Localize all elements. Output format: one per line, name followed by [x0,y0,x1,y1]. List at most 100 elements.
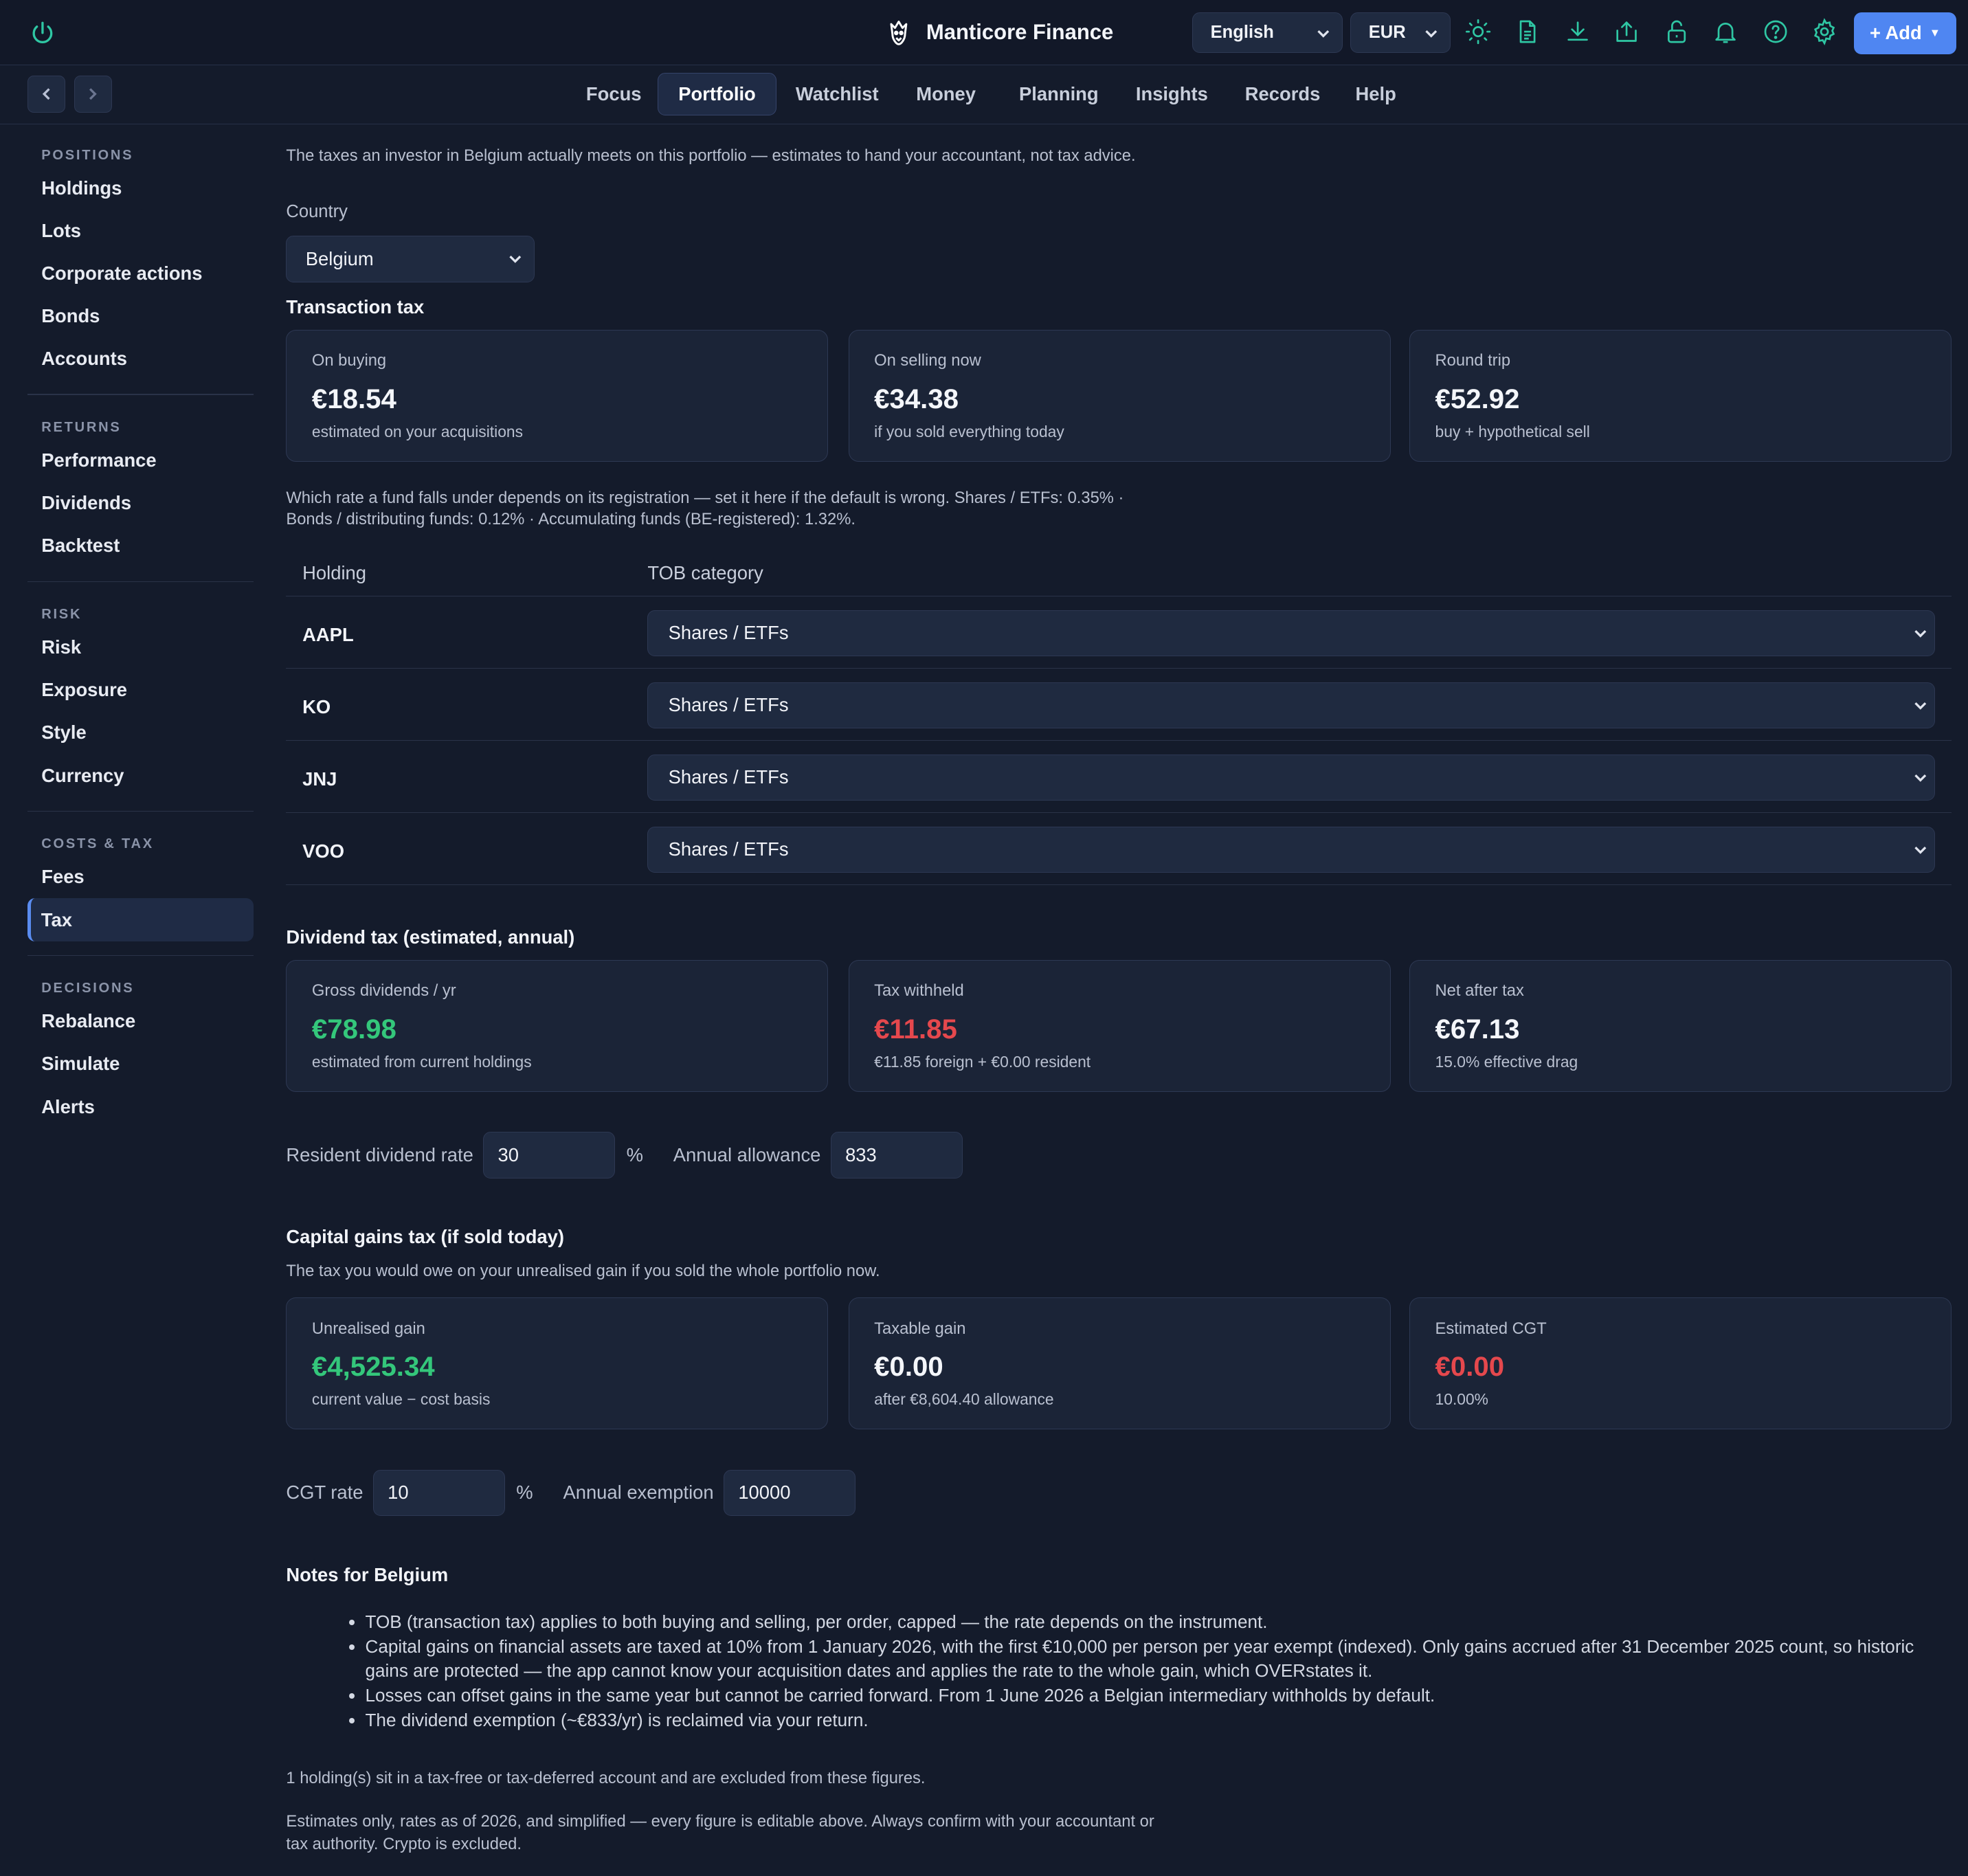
tob-category-table: Holding TOB category AAPL Shares / ETFs … [286,555,1952,885]
download-icon[interactable] [1564,18,1591,45]
card-value: €0.00 [1435,1351,1505,1383]
sidebar-item-style[interactable]: Style [27,711,254,754]
disclaimer-line1: Estimates only, rates as of 2026, and si… [286,1813,1154,1831]
transaction-tax-title: Transaction tax [286,296,425,318]
cgt-rate-field: CGT rate % Annual exemption [286,1469,856,1517]
brand[interactable]: Manticore Finance [884,15,1113,50]
card-value: €67.13 [1435,1013,1520,1045]
tob-round-trip-card: Round trip €52.92 buy + hypothetical sel… [1409,330,1952,462]
chevron-down-icon [1422,25,1440,43]
sidebar-item-bonds[interactable]: Bonds [27,295,254,337]
upload-icon[interactable] [1613,18,1640,45]
sidebar-item-rebalance[interactable]: Rebalance [27,1000,254,1042]
main-tabs: Focus Portfolio Watchlist Money Planning… [0,72,1968,116]
cgt-title: Capital gains tax (if sold today) [286,1226,565,1248]
holding-symbol: VOO [302,840,344,862]
power-icon[interactable] [27,18,58,48]
card-value: €52.92 [1435,383,1520,415]
tob-category-value: Shares / ETFs [668,766,789,788]
sidebar-item-fees[interactable]: Fees [27,856,254,898]
card-subtext: estimated from current holdings [311,1052,532,1071]
sidebar-item-tax[interactable]: Tax [27,898,254,941]
sidebar: POSITIONS Holdings Lots Corporate action… [27,124,254,1128]
tab-focus[interactable]: Focus [566,73,662,115]
list-item: Capital gains on financial assets are ta… [365,1635,1946,1684]
sidebar-item-performance[interactable]: Performance [27,439,254,482]
gear-icon[interactable] [1811,17,1838,45]
tob-category-select[interactable]: Shares / ETFs [647,610,1936,657]
card-label: Taxable gain [874,1319,966,1338]
help-icon[interactable] [1762,18,1789,45]
sidebar-item-exposure[interactable]: Exposure [27,669,254,711]
table-row: AAPL Shares / ETFs [286,596,1952,669]
notes-title: Notes for Belgium [286,1563,449,1585]
document-icon[interactable] [1514,18,1541,45]
card-value: €0.00 [874,1351,943,1383]
cgt-subtitle: The tax you would owe on your unrealised… [286,1262,880,1280]
tob-category-select[interactable]: Shares / ETFs [647,826,1936,873]
add-button[interactable]: + Add ▼ [1853,12,1957,54]
sidebar-item-corporate-actions[interactable]: Corporate actions [27,252,254,295]
card-subtext: €11.85 foreign + €0.00 resident [874,1052,1091,1071]
sidebar-group-returns: RETURNS [41,419,122,435]
tob-category-select[interactable]: Shares / ETFs [647,682,1936,729]
sidebar-divider [27,581,254,583]
chevron-down-icon [1912,769,1930,787]
sidebar-item-accounts[interactable]: Accounts [27,337,254,380]
tab-money[interactable]: Money [896,73,996,115]
annual-exemption-input[interactable] [724,1469,856,1517]
table-row: KO Shares / ETFs [286,669,1952,741]
tab-planning[interactable]: Planning [999,73,1119,115]
tab-watchlist[interactable]: Watchlist [776,73,899,115]
dividend-rate-input[interactable] [483,1132,616,1179]
card-label: Estimated CGT [1435,1319,1547,1338]
table-row: VOO Shares / ETFs [286,813,1952,885]
percent-unit: % [626,1144,643,1166]
add-button-label: + Add [1869,22,1922,44]
sidebar-item-lots[interactable]: Lots [27,210,254,252]
sidebar-item-currency[interactable]: Currency [27,754,254,796]
top-bar: Manticore Finance English EUR + Add ▼ [0,0,1968,65]
card-value: €18.54 [311,383,396,415]
col-tob-category: TOB category [647,562,763,584]
language-value: English [1210,22,1274,42]
card-subtext: 10.00% [1435,1389,1488,1408]
tob-category-value: Shares / ETFs [668,694,789,716]
sidebar-item-holdings[interactable]: Holdings [27,167,254,210]
card-label: Round trip [1435,352,1511,370]
sidebar-item-dividends[interactable]: Dividends [27,482,254,524]
tab-insights[interactable]: Insights [1116,73,1228,115]
tob-rate-note-line1: Which rate a fund falls under depends on… [286,489,1124,507]
dividend-rate-field: Resident dividend rate % Annual allowanc… [286,1132,963,1179]
annual-allowance-label: Annual allowance [673,1144,821,1166]
sidebar-item-simulate[interactable]: Simulate [27,1042,254,1085]
currency-select[interactable]: EUR [1350,12,1451,53]
language-select[interactable]: English [1192,12,1343,53]
sidebar-item-risk[interactable]: Risk [27,626,254,669]
country-select[interactable]: Belgium [286,236,535,282]
currency-value: EUR [1368,22,1406,42]
sidebar-item-alerts[interactable]: Alerts [27,1086,254,1128]
holding-symbol: JNJ [302,768,337,790]
tob-category-value: Shares / ETFs [668,838,789,860]
tab-records[interactable]: Records [1225,73,1341,115]
card-label: Gross dividends / yr [311,982,456,1001]
card-value: €78.98 [311,1013,396,1045]
list-item: Losses can offset gains in the same year… [365,1684,1946,1708]
annual-allowance-input[interactable] [831,1132,963,1179]
sun-icon[interactable] [1464,18,1492,45]
tab-help[interactable]: Help [1335,73,1416,115]
unlock-icon[interactable] [1663,18,1690,45]
list-item: TOB (transaction tax) applies to both bu… [365,1610,1946,1635]
card-subtext: if you sold everything today [874,422,1064,440]
tob-category-select[interactable]: Shares / ETFs [647,754,1936,801]
excluded-holdings-note: 1 holding(s) sit in a tax-free or tax-de… [286,1769,926,1787]
holding-symbol: KO [302,695,331,717]
col-holding: Holding [302,562,366,584]
bell-icon[interactable] [1712,18,1739,45]
tab-portfolio[interactable]: Portfolio [658,72,776,116]
sidebar-item-backtest[interactable]: Backtest [27,524,254,567]
tob-category-value: Shares / ETFs [668,622,789,644]
cgt-rate-input[interactable] [373,1469,505,1517]
chevron-down-icon [1315,25,1332,43]
